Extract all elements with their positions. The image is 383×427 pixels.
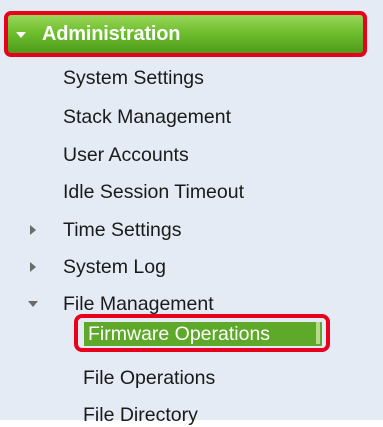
nav-subitem-firmware-operations[interactable]: Firmware Operations — [74, 314, 330, 352]
administration-header[interactable]: Administration — [4, 11, 367, 57]
nav-item-time-settings[interactable]: Time Settings — [63, 218, 182, 242]
nav-item-system-log[interactable]: System Log — [63, 255, 166, 279]
triangle-right-icon[interactable] — [27, 255, 39, 279]
firmware-operations-label: Firmware Operations — [88, 323, 271, 345]
administration-label: Administration — [42, 22, 181, 45]
triangle-right-icon[interactable] — [27, 218, 39, 242]
nav-subitem-file-directory[interactable]: File Directory — [83, 403, 198, 427]
nav-item-user-accounts[interactable]: User Accounts — [63, 143, 189, 167]
selection-highlight: Firmware Operations — [84, 322, 322, 346]
nav-item-idle-session-timeout[interactable]: Idle Session Timeout — [63, 180, 244, 204]
nav-item-file-management[interactable]: File Management — [63, 292, 214, 316]
triangle-down-icon[interactable] — [27, 292, 39, 316]
nav-item-stack-management[interactable]: Stack Management — [63, 105, 231, 129]
nav-subitem-file-operations[interactable]: File Operations — [83, 366, 215, 390]
navigation-panel: Administration System Settings Stack Man… — [0, 0, 383, 426]
nav-item-system-settings[interactable]: System Settings — [63, 66, 204, 90]
chevron-down-icon — [16, 32, 26, 38]
text-caret — [316, 322, 320, 344]
